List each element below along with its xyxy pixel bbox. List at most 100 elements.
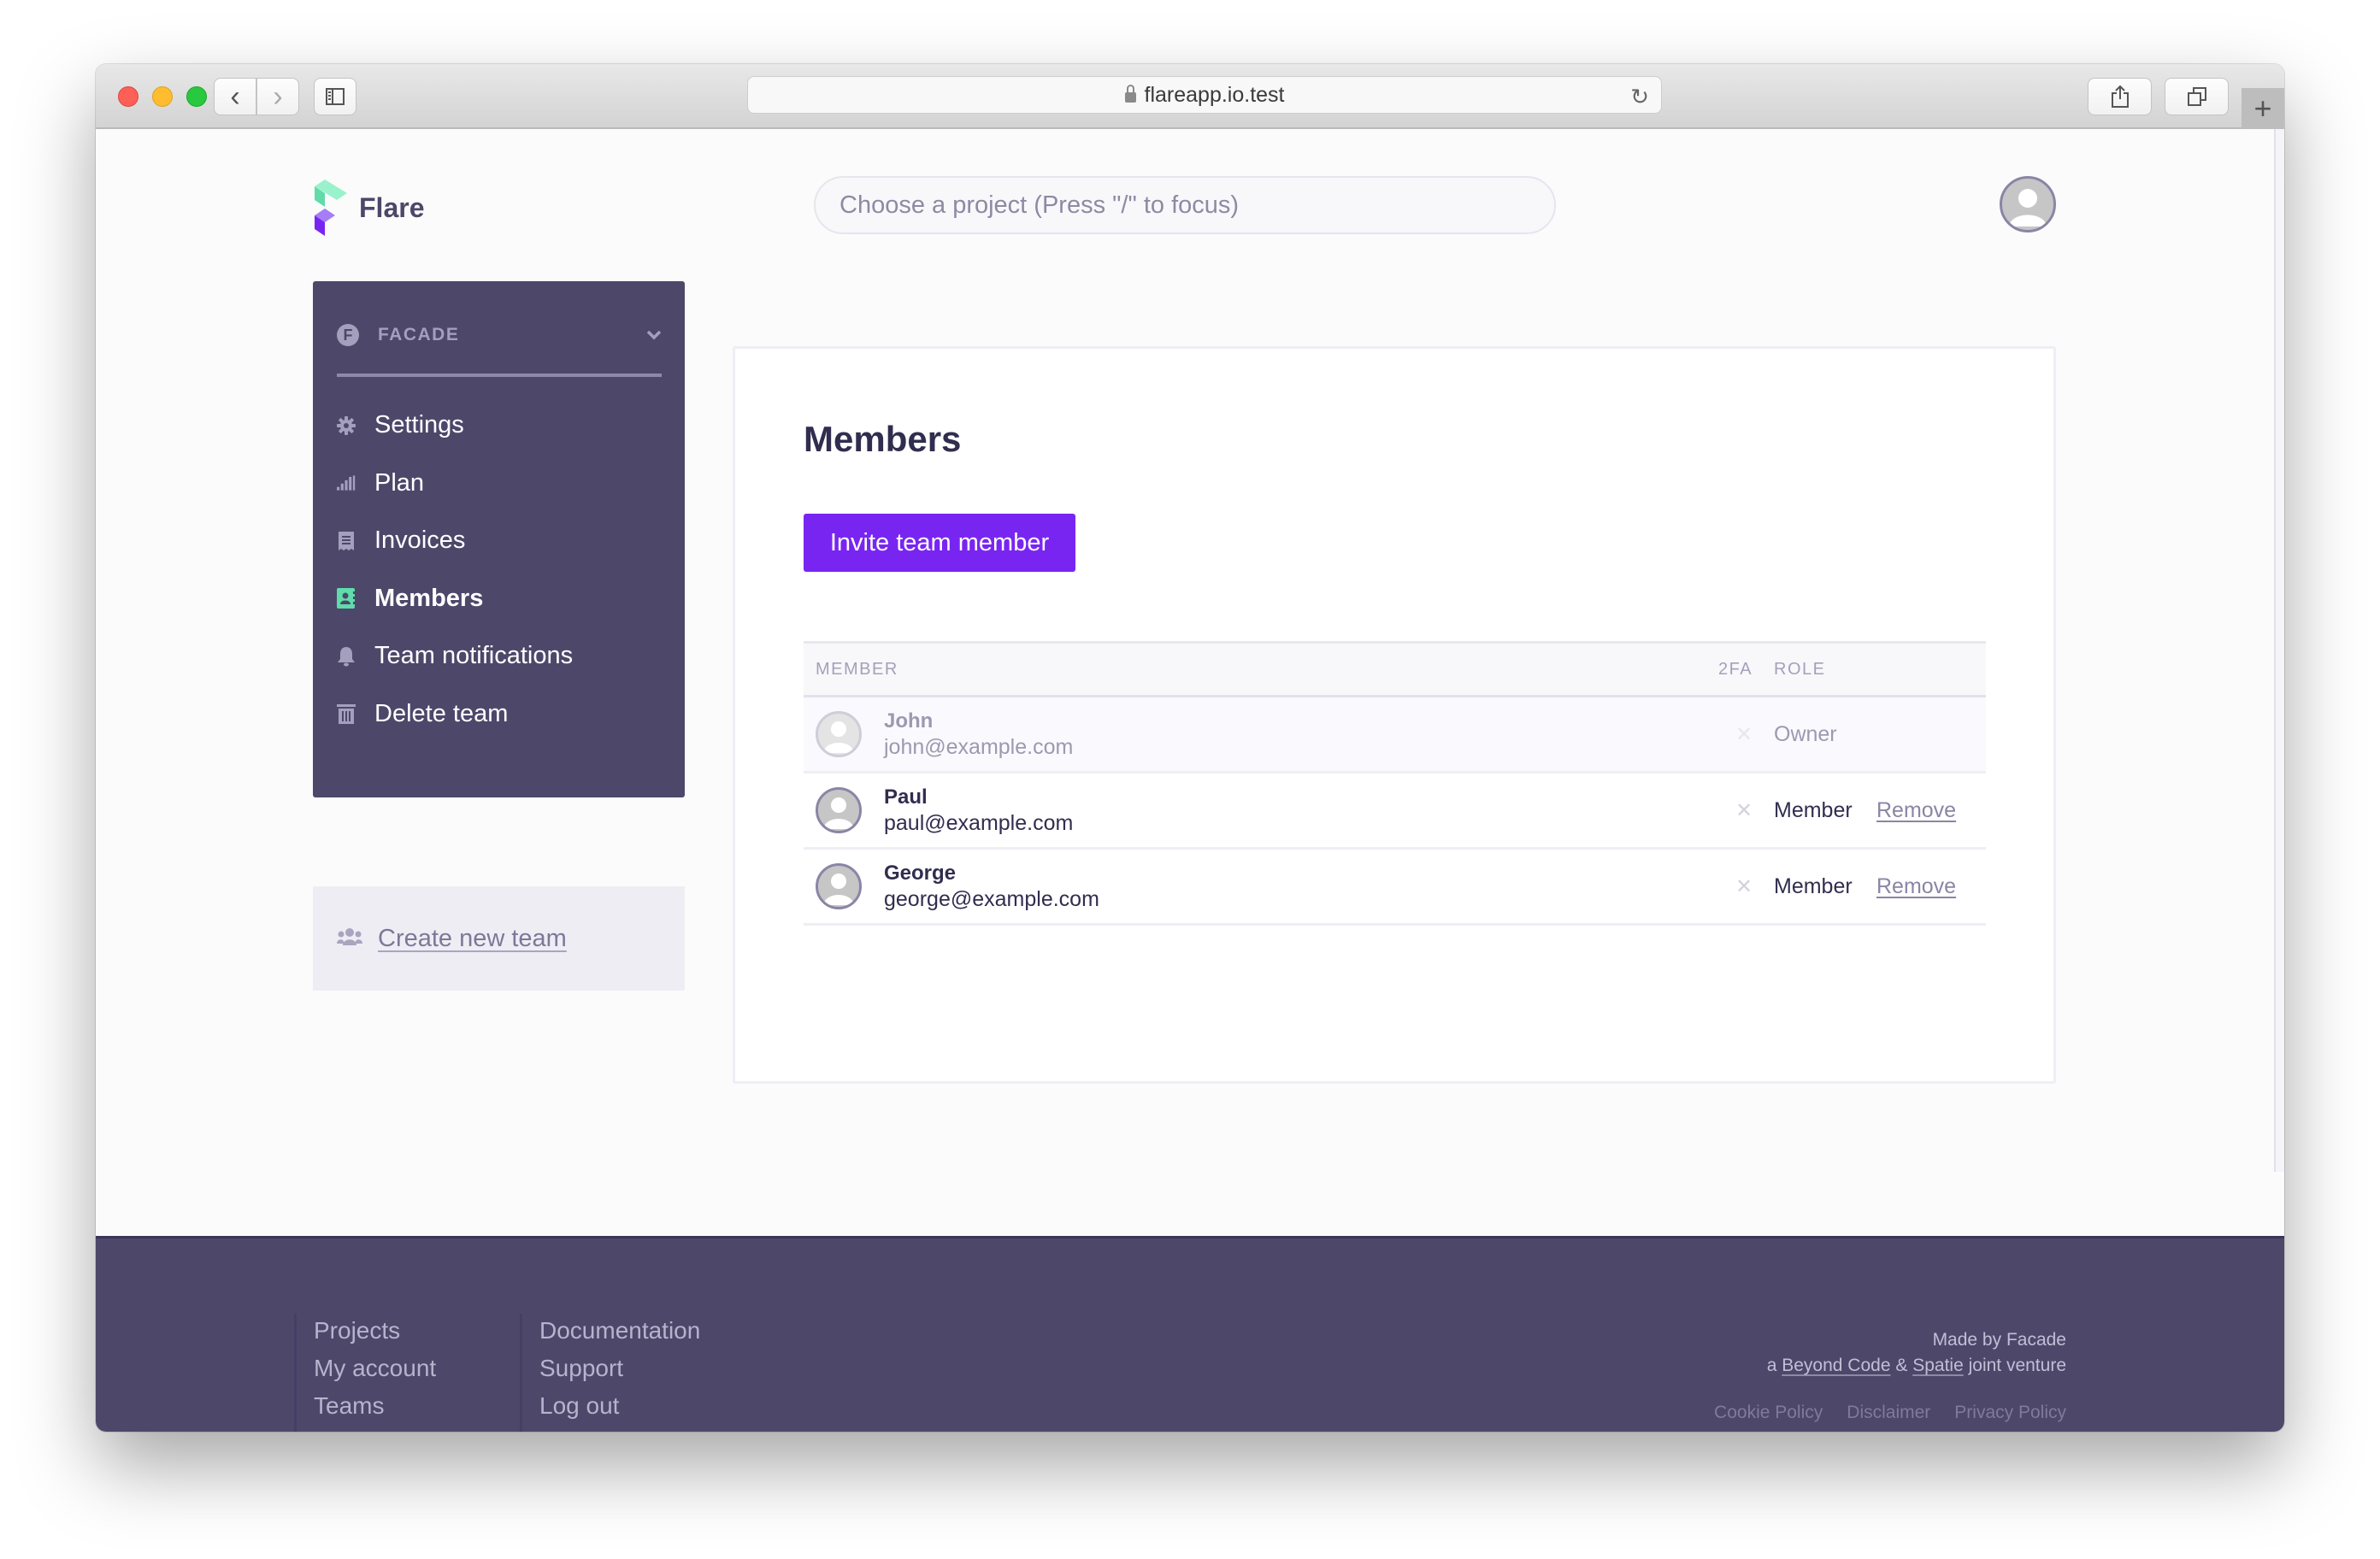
plus-icon: +: [2253, 91, 2272, 126]
sidebar-icon: [326, 88, 345, 105]
scrollbar[interactable]: [2274, 129, 2284, 1172]
contact-card-icon: [337, 588, 356, 609]
brand-name: Flare: [359, 191, 425, 223]
member-cell: Paul paul@example.com: [804, 785, 1718, 836]
forward-button[interactable]: ›: [256, 78, 299, 115]
privacy-policy-link[interactable]: Privacy Policy: [1954, 1403, 2066, 1423]
user-silhouette-icon: [2009, 189, 2047, 226]
browser-titlebar: ‹ › flareapp.io.test ↻ +: [96, 64, 2284, 129]
column-header-2fa: 2FA: [1718, 659, 1753, 679]
user-silhouette-icon: [823, 721, 854, 753]
sidebar-item-team-notifications[interactable]: Team notifications: [337, 627, 662, 685]
member-name: George: [884, 862, 957, 885]
venture-suffix: joint venture: [1968, 1356, 2066, 1375]
sidebar-item-label: Settings: [374, 411, 464, 439]
chevron-right-icon: ›: [273, 79, 283, 113]
team-switcher[interactable]: F FACADE: [337, 324, 662, 377]
footer-link-documentation[interactable]: Documentation: [539, 1310, 700, 1351]
member-role: Member: [1774, 797, 1853, 822]
user-silhouette-icon: [823, 797, 854, 829]
column-header-member: MEMBER: [816, 659, 898, 679]
page-footer: Projects My account Teams Documentation …: [96, 1236, 2284, 1432]
avatar: [816, 711, 862, 757]
signal-bars-icon: [337, 474, 356, 492]
twofa-disabled-icon: ✕: [1735, 798, 1753, 822]
reload-icon[interactable]: ↻: [1630, 84, 1649, 110]
page-content: Flare F FACADE Settings: [96, 129, 2284, 1432]
team-sidebar: F FACADE Settings Plan Invoices Members …: [313, 281, 685, 797]
member-name: John: [884, 709, 934, 732]
disclaimer-link[interactable]: Disclaimer: [1847, 1403, 1930, 1423]
share-icon: [2111, 85, 2129, 108]
sidebar-item-label: Plan: [374, 468, 425, 497]
chevron-left-icon: ‹: [230, 79, 240, 113]
table-row: George george@example.com ✕ Member Remov…: [804, 850, 1986, 926]
footer-link-log-out[interactable]: Log out: [539, 1385, 700, 1427]
member-email: john@example.com: [884, 735, 1074, 759]
tabs-overview-button[interactable]: [2165, 78, 2229, 115]
user-silhouette-icon: [823, 874, 854, 905]
sidebar-item-label: Invoices: [374, 527, 466, 555]
tabs-icon: [2187, 87, 2206, 106]
create-new-team-link[interactable]: Create new team: [378, 925, 567, 953]
bell-icon: [337, 646, 356, 667]
member-name: Paul: [884, 785, 928, 809]
address-url: flareapp.io.test: [1144, 82, 1285, 107]
sidebar-item-plan[interactable]: Plan: [337, 455, 662, 513]
back-button[interactable]: ‹: [214, 78, 256, 115]
invite-team-member-button[interactable]: Invite team member: [804, 514, 1075, 572]
footer-nav-secondary: Documentation Support Log out: [520, 1314, 700, 1432]
footer-link-projects[interactable]: Projects: [314, 1310, 436, 1351]
spatie-link[interactable]: Spatie: [1912, 1356, 1964, 1375]
project-search-input[interactable]: [814, 176, 1556, 234]
avatar: [816, 863, 862, 909]
close-window-button[interactable]: [118, 86, 138, 107]
member-email: paul@example.com: [884, 811, 1074, 835]
beyond-code-link[interactable]: Beyond Code: [1782, 1356, 1890, 1375]
address-bar[interactable]: flareapp.io.test ↻: [747, 76, 1662, 114]
footer-link-my-account[interactable]: My account: [314, 1348, 436, 1389]
footer-nav-primary: Projects My account Teams: [294, 1314, 436, 1432]
flare-logo-icon: [315, 179, 347, 236]
users-group-icon: [337, 927, 362, 950]
member-cell: George george@example.com: [804, 861, 1718, 912]
venture-prefix: a: [1766, 1356, 1777, 1375]
members-table: MEMBER 2FA ROLE John john@example.com ✕ …: [804, 641, 1986, 926]
member-cell: John john@example.com: [804, 709, 1718, 760]
sidebar-item-label: Delete team: [374, 699, 509, 727]
receipt-icon: [337, 531, 356, 550]
sidebar-item-label: Members: [374, 584, 484, 612]
remove-member-link[interactable]: Remove: [1876, 798, 1956, 823]
twofa-disabled-icon: ✕: [1735, 722, 1753, 746]
sidebar-item-settings[interactable]: Settings: [337, 397, 662, 455]
footer-legal-links: Cookie Policy Disclaimer Privacy Policy: [1714, 1403, 2066, 1423]
avatar: [816, 787, 862, 833]
team-badge: F: [337, 324, 359, 346]
made-by-text: Made by Facade: [1932, 1330, 2066, 1350]
user-avatar[interactable]: [2000, 176, 2056, 232]
footer-link-teams[interactable]: Teams: [314, 1385, 436, 1427]
lock-icon: [1124, 85, 1136, 103]
gear-icon: [337, 415, 356, 435]
share-button[interactable]: [2088, 78, 2152, 115]
remove-member-link[interactable]: Remove: [1876, 874, 1956, 899]
new-tab-button[interactable]: +: [2242, 88, 2284, 129]
flare-logo[interactable]: Flare: [313, 179, 424, 237]
trash-icon: [337, 704, 356, 725]
minimize-window-button[interactable]: [152, 86, 173, 107]
zoom-window-button[interactable]: [186, 86, 207, 107]
sidebar-item-invoices[interactable]: Invoices: [337, 512, 662, 570]
venture-ampersand: &: [1895, 1356, 1908, 1375]
sidebar-toggle-button[interactable]: [314, 78, 356, 115]
table-header: MEMBER 2FA ROLE: [804, 641, 1986, 697]
members-card: Members Invite team member MEMBER 2FA RO…: [733, 346, 2056, 1084]
team-name: FACADE: [378, 325, 460, 344]
chevron-down-icon: [646, 324, 662, 346]
sidebar-item-members[interactable]: Members: [337, 570, 662, 628]
footer-link-support[interactable]: Support: [539, 1348, 700, 1389]
browser-window: ‹ › flareapp.io.test ↻ + Flare Choose a …: [96, 64, 2284, 1432]
sidebar-item-delete-team[interactable]: Delete team: [337, 685, 662, 744]
cookie-policy-link[interactable]: Cookie Policy: [1714, 1403, 1823, 1423]
table-row: Paul paul@example.com ✕ Member Remove: [804, 774, 1986, 850]
sidebar-nav: Settings Plan Invoices Members Team noti…: [337, 397, 662, 743]
